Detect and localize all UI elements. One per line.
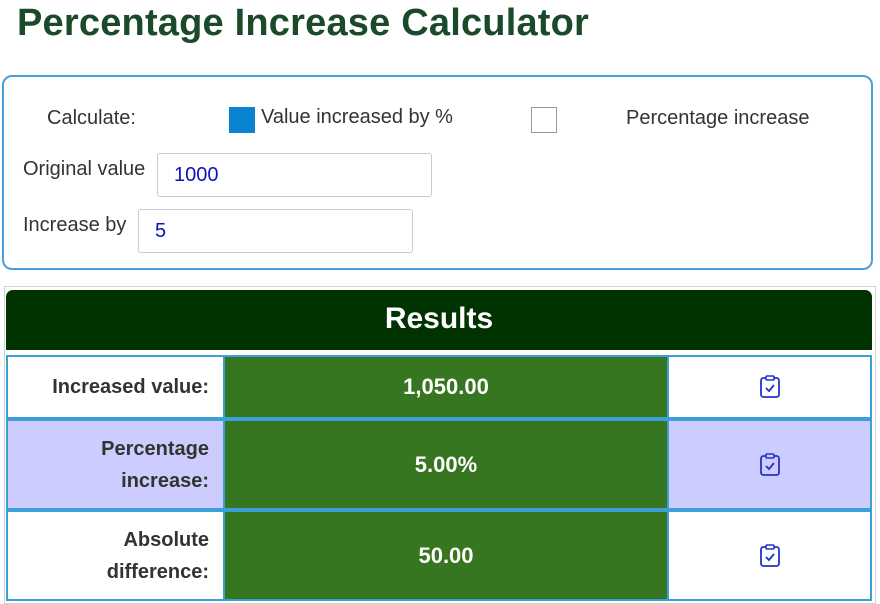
original-value-input[interactable]: 1000 [157, 153, 432, 197]
copy-button[interactable] [669, 510, 872, 601]
copy-button[interactable] [669, 419, 872, 510]
result-row-absolute-difference: Absolute difference: 50.00 [6, 510, 872, 601]
percentage-increase-checkbox[interactable] [531, 107, 557, 133]
result-label: Increased value: [6, 355, 223, 419]
calculate-mode-label: Calculate: [47, 107, 136, 129]
result-row-increased-value: Increased value: 1,050.00 [6, 355, 872, 419]
result-value: 1,050.00 [223, 355, 669, 419]
result-row-percentage-increase: Percentage increase: 5.00% [6, 419, 872, 510]
result-label: Absolute difference: [6, 510, 223, 601]
result-value: 50.00 [223, 510, 669, 601]
copy-button[interactable] [669, 355, 872, 419]
value-increased-checkbox[interactable] [229, 107, 255, 133]
results-header: Results [6, 290, 872, 350]
clipboard-check-icon [759, 452, 780, 476]
clipboard-check-icon [759, 543, 780, 567]
result-label: Percentage increase: [6, 419, 223, 510]
result-value: 5.00% [223, 419, 669, 510]
original-value-label: Original value [23, 158, 146, 180]
increase-by-input[interactable]: 5 [138, 209, 413, 253]
percentage-increase-option-label[interactable]: Percentage increase [626, 107, 809, 130]
increase-by-label: Increase by [23, 214, 127, 236]
clipboard-check-icon [759, 375, 780, 398]
value-increased-option-label[interactable]: Value increased by % [261, 106, 453, 129]
page-title: Percentage Increase Calculator [17, 2, 590, 44]
